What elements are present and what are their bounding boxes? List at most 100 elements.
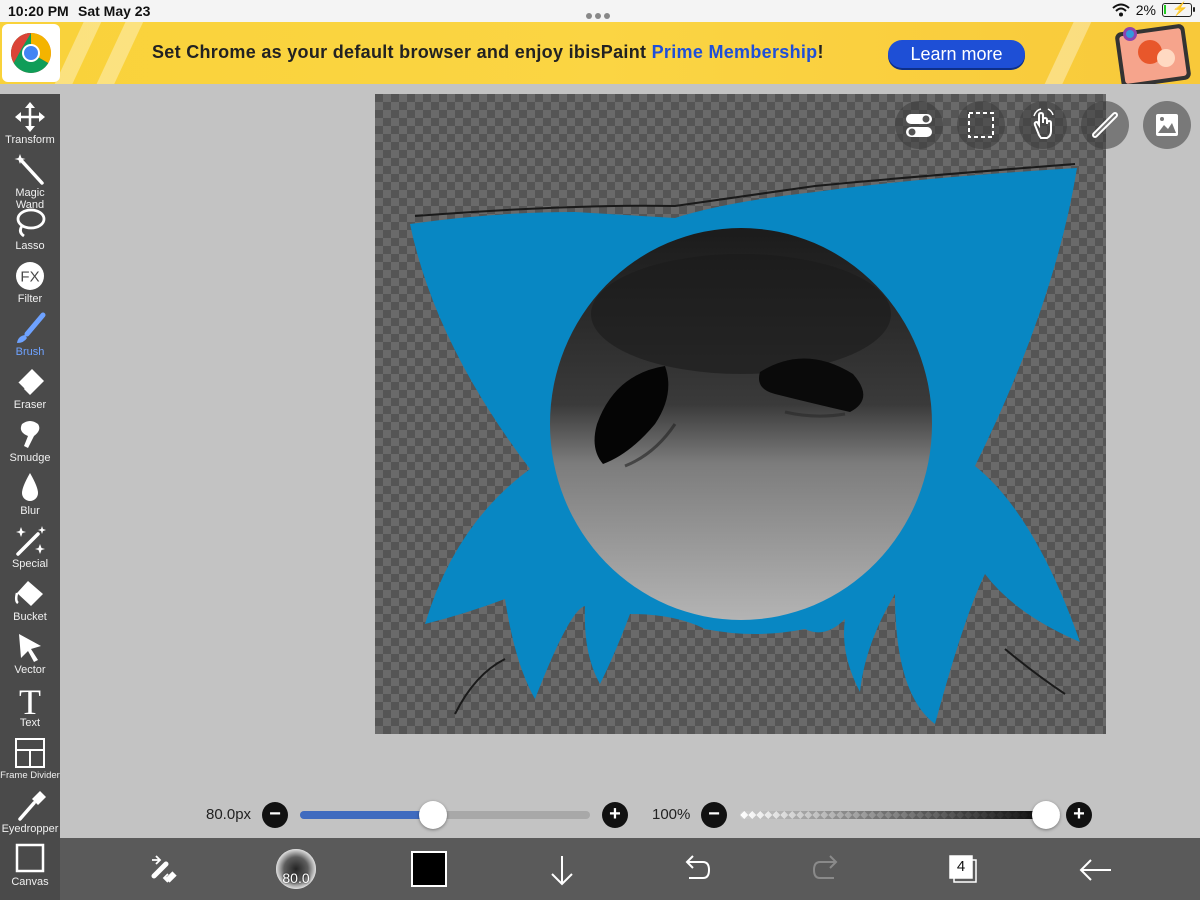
tool-label: Eraser [13, 399, 47, 411]
tool-label: Frame Divider [0, 770, 60, 781]
wifi-icon [1112, 3, 1130, 17]
banner-highlight: Prime Membership [651, 42, 818, 62]
tool-label: Canvas [11, 876, 49, 888]
reference-image-icon [1156, 114, 1178, 136]
eyedropper-icon [18, 791, 46, 821]
back-button[interactable] [1065, 838, 1125, 900]
tool-text[interactable]: T Text [0, 679, 60, 732]
brush-opacity-label: 100% [652, 806, 691, 823]
magic-wand-icon [14, 154, 44, 185]
hand-touch-icon [1033, 108, 1054, 139]
promo-artwork-icon [1115, 24, 1191, 84]
tool-label: Transform [5, 134, 55, 146]
svg-text:FX: FX [20, 269, 39, 286]
tool-canvas[interactable]: Canvas [0, 838, 60, 891]
tool-label: Brush [15, 346, 45, 358]
frame-divider-icon [15, 738, 45, 768]
battery-percent: 2% [1135, 2, 1156, 18]
tool-label: Bucket [13, 611, 47, 623]
selection-button[interactable] [957, 101, 1005, 149]
tool-label: Special [11, 558, 49, 570]
brush-size-label: 80.0px [206, 806, 252, 823]
undo-icon [685, 855, 711, 879]
touch-control-button[interactable] [1019, 101, 1067, 149]
brush-opacity-slider[interactable] [740, 811, 1060, 819]
sparkle-icon [16, 526, 46, 556]
tool-eyedropper[interactable]: Eyedropper [0, 785, 60, 838]
tool-label: Text [19, 717, 41, 729]
bucket-icon [14, 581, 43, 606]
color-swatch [411, 851, 447, 887]
fx-filter-icon: FX [16, 262, 44, 290]
tool-filter[interactable]: FX Filter [0, 255, 60, 308]
status-time: 10:20 PM [8, 3, 69, 19]
tool-frame-divider[interactable]: Frame Divider [0, 732, 60, 785]
tool-label: Filter [17, 293, 43, 305]
undo-button[interactable] [665, 838, 725, 900]
tool-transform[interactable]: Transform [0, 96, 60, 149]
reference-image-button[interactable] [1143, 101, 1191, 149]
selection-marquee-icon [968, 112, 994, 138]
brush-preview-icon [276, 849, 316, 889]
bottom-toolbar: 80.0 4 [60, 838, 1200, 900]
opacity-decrease-button[interactable]: − [701, 802, 727, 828]
brush-size-knob[interactable] [419, 801, 448, 829]
layer-count: 4 [956, 858, 966, 875]
brush-opacity-knob[interactable] [1032, 801, 1060, 829]
tool-palette: Transform Magic Wand Lasso FX Filter Bru… [0, 94, 60, 900]
banner-message: Set Chrome as your default browser and e… [152, 42, 824, 62]
tool-blur[interactable]: Blur [0, 467, 60, 520]
status-bar: 10:20 PM Sat May 23 2% ⚡ [0, 0, 1200, 22]
multitasking-dots-icon[interactable] [586, 6, 614, 19]
tool-bucket[interactable]: Bucket [0, 573, 60, 626]
cursor-arrow-icon [19, 634, 41, 662]
brush-preview-button[interactable]: 80.0 [266, 838, 326, 900]
learn-more-button[interactable]: Learn more [888, 40, 1025, 68]
brush-icon [17, 312, 46, 343]
tool-brush[interactable]: Brush [0, 308, 60, 361]
chrome-logo-icon [2, 24, 60, 82]
blur-drop-icon [22, 473, 38, 501]
move-arrows-icon [15, 102, 45, 132]
svg-text:T: T [19, 683, 41, 717]
tool-label: Smudge [9, 452, 51, 464]
toggle-switches-icon [906, 114, 932, 137]
drawing-canvas[interactable] [375, 94, 1106, 734]
smudge-icon [20, 421, 40, 448]
eraser-icon [17, 369, 44, 395]
ruler-icon [1092, 112, 1118, 138]
save-download-button[interactable] [532, 838, 592, 900]
tool-magic-wand[interactable]: Magic Wand [0, 149, 60, 211]
status-date: Sat May 23 [78, 3, 151, 19]
back-arrow-icon [1079, 859, 1111, 881]
swap-tools-button[interactable] [132, 838, 192, 900]
battery-icon: ⚡ [1162, 1, 1195, 17]
color-swatch-button[interactable] [400, 838, 460, 900]
promo-banner[interactable]: Set Chrome as your default browser and e… [0, 22, 1200, 84]
tool-lasso[interactable]: Lasso [0, 202, 60, 255]
artwork [410, 163, 1080, 724]
canvas-square-icon [15, 843, 45, 873]
text-t-icon: T [19, 683, 41, 717]
tool-vector[interactable]: Vector [0, 626, 60, 679]
tool-label: Vector [14, 664, 46, 676]
tool-eraser[interactable]: Eraser [0, 361, 60, 414]
size-decrease-button[interactable]: − [262, 802, 288, 828]
tool-label: Eyedropper [1, 823, 59, 835]
tool-label: Lasso [15, 240, 45, 252]
download-arrow-icon [551, 856, 573, 886]
tool-label: Blur [20, 505, 40, 517]
layers-button[interactable]: 4 [930, 838, 990, 900]
opacity-increase-button[interactable]: + [1066, 802, 1092, 828]
brush-sliders: 80.0px − + 100% − + [60, 796, 1200, 836]
size-increase-button[interactable]: + [602, 802, 628, 828]
tool-special[interactable]: Special [0, 520, 60, 573]
toggle-switches-button[interactable] [895, 101, 943, 149]
brush-preview-label: 80.0 [282, 870, 310, 886]
lasso-icon [16, 208, 46, 238]
redo-button[interactable] [798, 838, 858, 900]
ruler-button[interactable] [1081, 101, 1129, 149]
redo-icon [812, 855, 838, 879]
tool-smudge[interactable]: Smudge [0, 414, 60, 467]
swap-tools-icon [151, 855, 177, 883]
